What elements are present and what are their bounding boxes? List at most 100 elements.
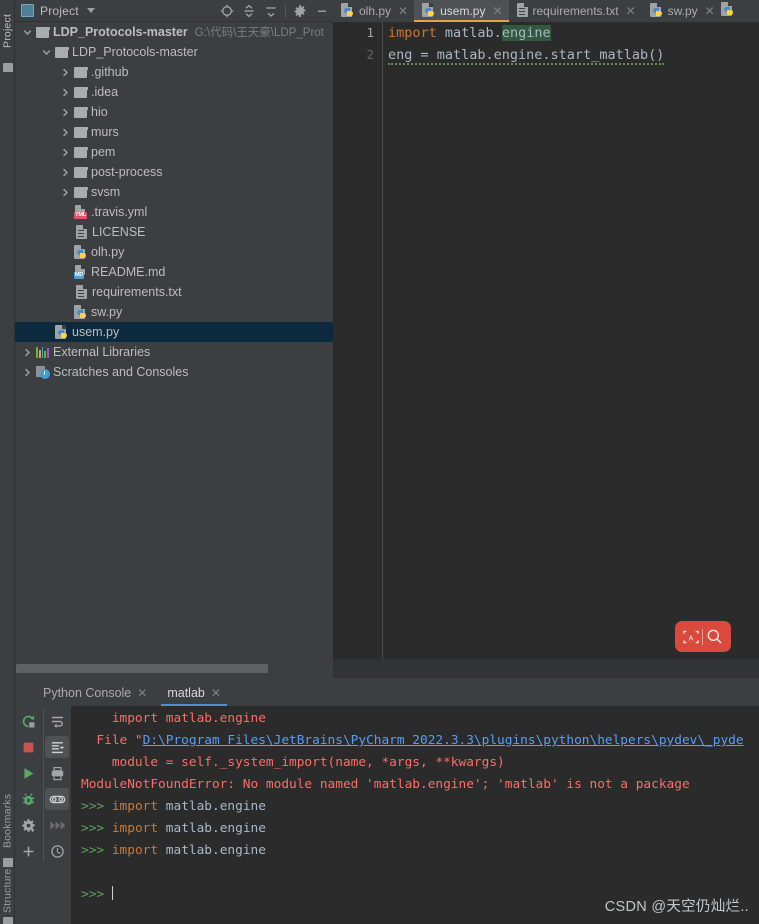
close-icon[interactable]: ✕: [492, 4, 502, 18]
code-keyword: import: [388, 25, 437, 41]
fast-forward-icon[interactable]: [45, 814, 69, 836]
tree-label: .travis.yml: [91, 205, 148, 219]
tab-label: olh.py: [359, 4, 392, 18]
tree-row-usem-py-file[interactable]: usem.py: [15, 322, 333, 342]
text-file-icon: [516, 2, 528, 20]
editor-gutter[interactable]: 1 2: [333, 22, 383, 659]
tree-row-readme-md-file[interactable]: MD README.md: [15, 262, 333, 282]
tree-row-olh-py-file[interactable]: olh.py: [15, 242, 333, 262]
console-output[interactable]: import matlab.engine File "D:\Program Fi…: [71, 706, 759, 924]
tab-usem-py[interactable]: usem.py ✕: [414, 0, 509, 22]
tree-row-idea-folder[interactable]: .idea: [15, 82, 333, 102]
console-toolbar-left-column: [15, 710, 42, 862]
tab-sw-py[interactable]: sw.py ✕: [642, 0, 721, 22]
print-icon[interactable]: [45, 762, 69, 784]
close-icon[interactable]: ✕: [398, 4, 408, 18]
chevron-right-icon[interactable]: [21, 342, 34, 362]
tree-row-requirements-txt-file[interactable]: requirements.txt: [15, 282, 333, 302]
tree-row-murs-folder[interactable]: murs: [15, 122, 333, 142]
chevron-right-icon[interactable]: [59, 62, 72, 82]
project-tree-horizontal-scrollbar[interactable]: [15, 659, 333, 678]
file-path-link[interactable]: D:\Program Files\JetBrains\PyCharm 2022.…: [143, 733, 744, 748]
chevron-down-icon[interactable]: [40, 42, 53, 62]
tree-row-license-file[interactable]: LICENSE: [15, 222, 333, 242]
tree-label: LDP_Protocols-master: [72, 45, 198, 59]
close-icon[interactable]: ✕: [211, 686, 221, 700]
pycharm-window: Project Bookmarks Structure Project LDP_…: [0, 0, 759, 924]
soft-wrap-icon[interactable]: [45, 710, 69, 732]
tab-olh-py[interactable]: olh.py ✕: [333, 0, 414, 22]
left-tool-strip: Project Bookmarks Structure: [0, 0, 15, 924]
code-content[interactable]: import matlab.engine eng = matlab.engine…: [384, 22, 759, 659]
editor-bottom-scrollbar[interactable]: [333, 659, 759, 678]
ai-search-widget[interactable]: A: [675, 621, 731, 652]
history-icon[interactable]: [45, 840, 69, 862]
tree-row-ldp-protocols-master-inner[interactable]: LDP_Protocols-master: [15, 42, 333, 62]
scrollbar-thumb[interactable]: [16, 664, 268, 673]
debug-icon[interactable]: [17, 788, 41, 810]
project-tool-icon[interactable]: [3, 63, 13, 72]
console-toolbar-right-column: [43, 710, 70, 862]
code-line-1: import matlab.engine: [388, 22, 759, 44]
run-icon[interactable]: [17, 762, 41, 784]
scroll-to-end-icon[interactable]: [45, 736, 69, 758]
tree-row-sw-py-file[interactable]: sw.py: [15, 302, 333, 322]
use-soft-wraps-icon[interactable]: [45, 788, 69, 810]
chevron-right-icon[interactable]: [59, 182, 72, 202]
libraries-icon: [34, 342, 51, 362]
tool-window-button-bookmarks[interactable]: Bookmarks: [0, 784, 15, 858]
chevron-right-icon[interactable]: [59, 162, 72, 182]
chevron-right-icon[interactable]: [59, 82, 72, 102]
add-icon[interactable]: [17, 840, 41, 862]
minimize-icon[interactable]: [311, 1, 333, 21]
close-icon[interactable]: ✕: [137, 686, 147, 700]
console-tab-python-console[interactable]: Python Console ✕: [33, 680, 157, 706]
close-icon[interactable]: ✕: [626, 4, 636, 18]
tool-window-button-structure[interactable]: Structure: [0, 860, 15, 922]
code-highlighted-token: engine: [501, 25, 551, 41]
folder-icon: [72, 162, 89, 182]
tree-row-svsm-folder[interactable]: svsm: [15, 182, 333, 202]
prompt-marker: >>>: [81, 887, 105, 902]
search-icon[interactable]: [703, 628, 727, 645]
code-editor[interactable]: 1 2 import matlab.engine eng = matlab.en…: [333, 22, 759, 678]
project-panel-toolbar: [216, 1, 333, 21]
locate-icon[interactable]: [216, 1, 238, 21]
chevron-right-icon[interactable]: [59, 142, 72, 162]
tree-row-scratches-and-consoles[interactable]: Scratches and Consoles: [15, 362, 333, 382]
ai-translate-icon[interactable]: A: [680, 629, 702, 645]
collapse-all-icon[interactable]: [260, 1, 282, 21]
console-tab-label: Python Console: [43, 686, 132, 700]
chevron-down-icon[interactable]: [21, 22, 34, 42]
scratches-icon: [34, 362, 51, 382]
tree-row-github-folder[interactable]: .github: [15, 62, 333, 82]
tree-label: post-process: [91, 165, 163, 179]
project-panel-title: Project: [40, 3, 79, 18]
settings-icon[interactable]: [17, 814, 41, 836]
stop-icon[interactable]: [17, 736, 41, 758]
console-tab-matlab[interactable]: matlab ✕: [157, 680, 231, 706]
chevron-down-icon[interactable]: [86, 8, 95, 13]
console-keyword: import: [111, 843, 159, 858]
close-icon[interactable]: ✕: [705, 4, 715, 18]
project-file-tree[interactable]: LDP_Protocols-master G:\代码\王天豪\LDP_Prot …: [15, 22, 333, 659]
tree-row-external-libraries[interactable]: External Libraries: [15, 342, 333, 362]
tool-window-button-project[interactable]: Project: [0, 2, 15, 60]
expand-all-icon[interactable]: [238, 1, 260, 21]
tree-row-hio-folder[interactable]: hio: [15, 102, 333, 122]
tab-overflow-clipped[interactable]: [720, 0, 735, 22]
tab-requirements-txt[interactable]: requirements.txt ✕: [509, 0, 642, 22]
chevron-right-icon[interactable]: [21, 362, 34, 382]
tree-row-pem-folder[interactable]: pem: [15, 142, 333, 162]
tree-row-travis-yml-file[interactable]: YML .travis.yml: [15, 202, 333, 222]
tree-label: olh.py: [91, 245, 125, 259]
gear-icon[interactable]: [289, 1, 311, 21]
tree-row-ldp-protocols-master-root[interactable]: LDP_Protocols-master G:\代码\王天豪\LDP_Prot: [15, 22, 333, 42]
console-line-prompt: >>> import matlab.engine: [71, 796, 759, 818]
rerun-icon[interactable]: [17, 710, 41, 732]
chevron-right-icon[interactable]: [59, 122, 72, 142]
tree-row-post-process-folder[interactable]: post-process: [15, 162, 333, 182]
chevron-right-icon[interactable]: [59, 102, 72, 122]
console-text: matlab.engine: [158, 799, 266, 814]
project-tool-window: Project LDP_Protocols-master G:\代码\王天豪\L…: [15, 0, 333, 678]
